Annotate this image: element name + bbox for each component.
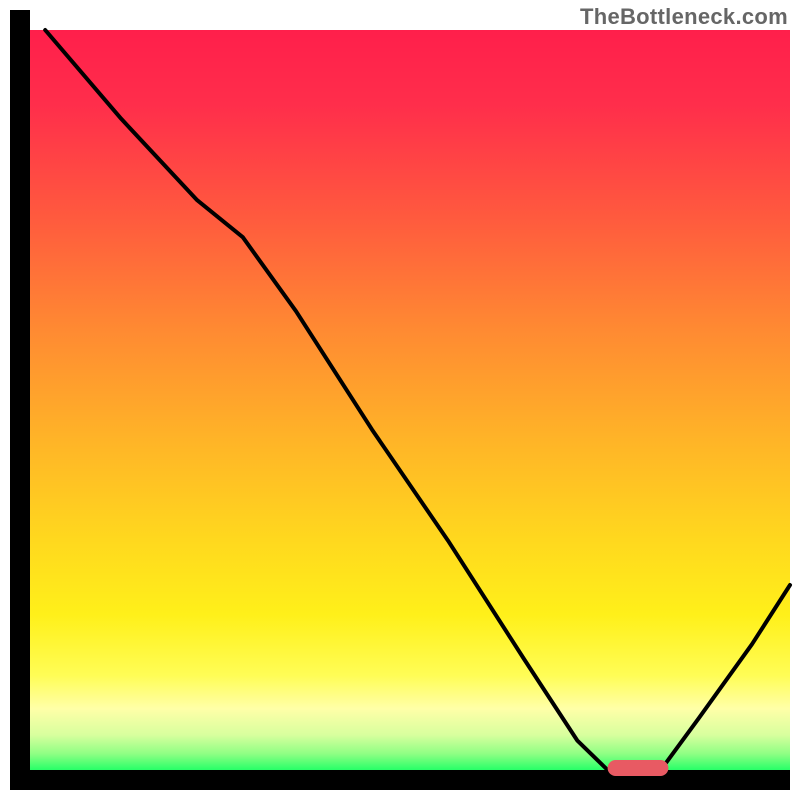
optimal-zone-marker [608,760,669,776]
bottleneck-chart [0,0,800,800]
axis-left [10,10,30,790]
axis-bottom [10,770,790,790]
chart-container: TheBottleneck.com [0,0,800,800]
